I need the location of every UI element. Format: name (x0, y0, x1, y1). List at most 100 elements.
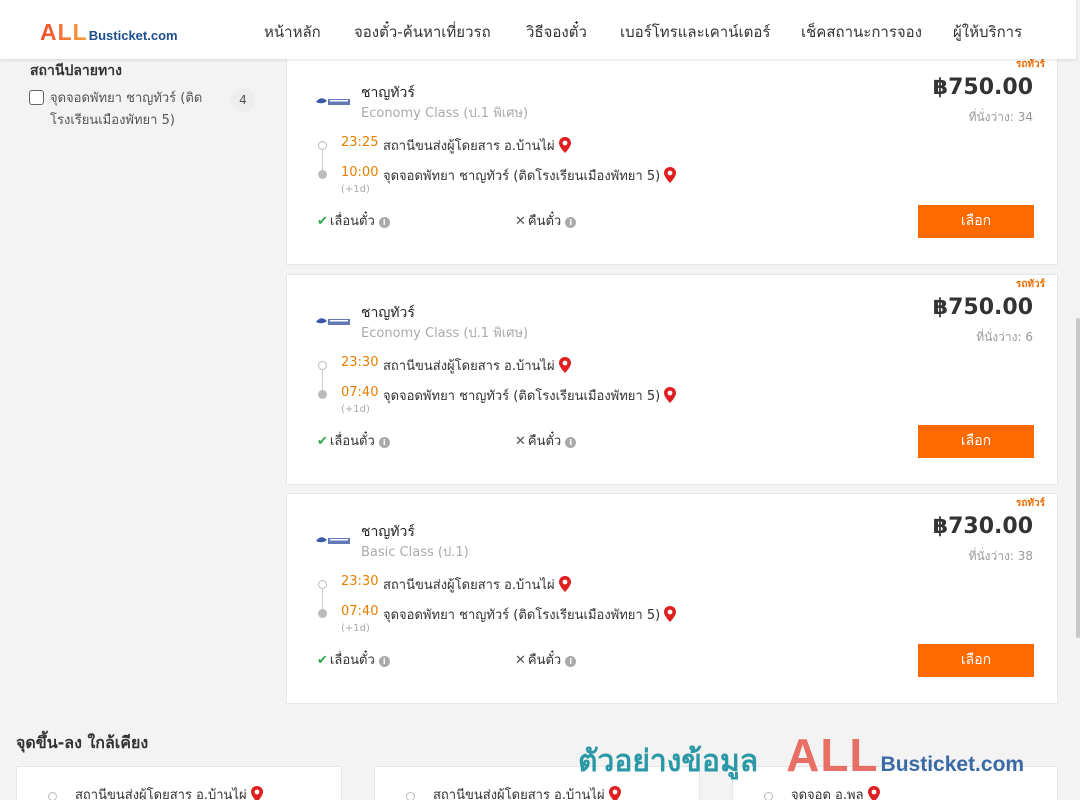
select-trip-button[interactable]: เลือก (918, 205, 1034, 238)
departure-time: 23:25 (341, 135, 379, 150)
arrival-place-text: จุดจอดพัทยา ชาญทัวร์ (ติดโรงเรียนเมืองพั… (383, 389, 661, 404)
departure-dot-icon (318, 580, 327, 589)
stop-dot-icon (48, 792, 57, 800)
bus-type-tag: รถทัวร์ (1015, 59, 1045, 70)
trip-price: ฿750.00 (932, 75, 1033, 100)
map-pin-icon[interactable] (558, 357, 571, 373)
nav-providers[interactable]: ผู้ให้บริการ (953, 20, 1022, 44)
info-icon[interactable]: i (378, 437, 390, 448)
destination-filter-checkbox[interactable] (29, 90, 44, 105)
map-pin-icon[interactable] (608, 786, 621, 800)
departure-place-text: สถานีขนส่งผู้โดยสาร อ.บ้านไผ่ (383, 359, 555, 374)
feature-refund: ✕ คืนตั๋ว i (515, 649, 577, 670)
stop-dot-icon (406, 792, 415, 800)
nearby-stop: สถานีขนส่งผู้โดยสาร อ.บ้านไผ่ (433, 784, 621, 800)
nav-book-search[interactable]: จองตั๋ว-ค้นหาเที่ยวรถ (354, 20, 491, 44)
nearby-stop-name: สถานีขนส่งผู้โดยสาร อ.บ้านไผ่ (75, 788, 247, 800)
feature-refund-label: คืนตั๋ว (527, 653, 562, 668)
bus-type-tag: รถทัวร์ (1015, 498, 1045, 509)
nav-phone-counter[interactable]: เบอร์โทรและเคาน์เตอร์ (620, 20, 770, 44)
trip-price: ฿750.00 (932, 295, 1033, 320)
operator-name: ชาญทัวร์ (361, 524, 415, 540)
bus-class: Economy Class (ป.1 พิเศษ) (361, 106, 529, 121)
arrival-place: จุดจอดพัทยา ชาญทัวร์ (ติดโรงเรียนเมืองพั… (383, 604, 677, 625)
nearby-stop: จุดจอด อ.พล (791, 784, 880, 800)
nearby-stops-title: จุดขึ้น-ลง ใกล้เคียง (16, 733, 149, 752)
map-pin-icon[interactable] (664, 167, 677, 183)
operator-logo-icon (316, 537, 350, 544)
seats-available: ที่นั่งว่าง: 6 (976, 330, 1033, 344)
feature-refund: ✕ คืนตั๋ว i (515, 210, 577, 231)
trip-card: รถทัวร์ ชาญทัวร์ Economy Class (ป.1 พิเศ… (286, 274, 1058, 485)
operator-logo-icon (316, 98, 350, 105)
destination-filter-count: 4 (231, 88, 255, 112)
departure-place: สถานีขนส่งผู้โดยสาร อ.บ้านไผ่ (383, 135, 571, 156)
bus-class: Economy Class (ป.1 พิเศษ) (361, 326, 529, 341)
main-nav: หน้าหลัก จองตั๋ว-ค้นหาเที่ยวรถ วิธีจองตั… (0, 20, 1076, 42)
map-pin-icon[interactable] (558, 137, 571, 153)
feature-reschedule: ✔ เลื่อนตั๋ว i (317, 649, 390, 670)
stop-dot-icon (764, 792, 773, 800)
operator-logo-icon (316, 318, 350, 325)
arrival-place: จุดจอดพัทยา ชาญทัวร์ (ติดโรงเรียนเมืองพั… (383, 385, 677, 406)
departure-place-text: สถานีขนส่งผู้โดยสาร อ.บ้านไผ่ (383, 578, 555, 593)
bus-class: Basic Class (ป.1) (361, 545, 469, 560)
departure-dot-icon (318, 361, 327, 370)
feature-reschedule: ✔ เลื่อนตั๋ว i (317, 430, 390, 451)
departure-dot-icon (318, 141, 327, 150)
check-icon: ✔ (317, 434, 328, 449)
operator-name: ชาญทัวร์ (361, 305, 415, 321)
nav-how-to-book[interactable]: วิธีจองตั๋ว (526, 20, 587, 44)
page-scrollbar[interactable] (1076, 0, 1080, 800)
feature-refund-label: คืนตั๋ว (527, 214, 562, 229)
cross-icon: ✕ (515, 214, 526, 229)
trip-card: รถทัวร์ ชาญทัวร์ Economy Class (ป.1 พิเศ… (286, 54, 1058, 265)
map-pin-icon[interactable] (250, 786, 263, 800)
feature-reschedule-label: เลื่อนตั๋ว (329, 434, 375, 449)
arrival-dot-icon (318, 390, 327, 399)
feature-reschedule-label: เลื่อนตั๋ว (329, 653, 375, 668)
cross-icon: ✕ (515, 653, 526, 668)
nearby-stop-name: สถานีขนส่งผู้โดยสาร อ.บ้านไผ่ (433, 788, 605, 800)
operator-name: ชาญทัวร์ (361, 85, 415, 101)
map-pin-icon[interactable] (867, 786, 880, 800)
departure-time: 23:30 (341, 355, 379, 370)
info-icon[interactable]: i (565, 217, 577, 228)
info-icon[interactable]: i (378, 656, 390, 667)
info-icon[interactable]: i (378, 217, 390, 228)
feature-reschedule: ✔ เลื่อนตั๋ว i (317, 210, 390, 231)
destination-filter-label[interactable]: จุดจอดพัทยา ชาญทัวร์ (ติดโรงเรียนเมืองพั… (50, 88, 225, 132)
arrival-place-text: จุดจอดพัทยา ชาญทัวร์ (ติดโรงเรียนเมืองพั… (383, 169, 661, 184)
seats-available: ที่นั่งว่าง: 38 (968, 549, 1033, 563)
next-day-indicator: (+1d) (341, 184, 370, 195)
feature-reschedule-label: เลื่อนตั๋ว (329, 214, 375, 229)
nearby-stop-card[interactable]: สถานีขนส่งผู้โดยสาร อ.บ้านไผ่ (16, 766, 342, 800)
scrollbar-thumb[interactable] (1076, 318, 1080, 638)
map-pin-icon[interactable] (664, 387, 677, 403)
info-icon[interactable]: i (565, 656, 577, 667)
seats-available: ที่นั่งว่าง: 34 (968, 110, 1033, 124)
nearby-stop: สถานีขนส่งผู้โดยสาร อ.บ้านไผ่ (75, 784, 263, 800)
select-trip-button[interactable]: เลือก (918, 425, 1034, 458)
trip-card: รถทัวร์ ชาญทัวร์ Basic Class (ป.1) ฿730.… (286, 493, 1058, 704)
arrival-time: 10:00 (341, 165, 379, 180)
map-pin-icon[interactable] (664, 606, 677, 622)
departure-place: สถานีขนส่งผู้โดยสาร อ.บ้านไผ่ (383, 355, 571, 376)
departure-place: สถานีขนส่งผู้โดยสาร อ.บ้านไผ่ (383, 574, 571, 595)
arrival-place: จุดจอดพัทยา ชาญทัวร์ (ติดโรงเรียนเมืองพั… (383, 165, 677, 186)
nav-home[interactable]: หน้าหลัก (264, 20, 321, 44)
arrival-place-text: จุดจอดพัทยา ชาญทัวร์ (ติดโรงเรียนเมืองพั… (383, 608, 661, 623)
map-pin-icon[interactable] (558, 576, 571, 592)
nearby-stop-card[interactable]: สถานีขนส่งผู้โดยสาร อ.บ้านไผ่ (374, 766, 700, 800)
select-trip-button[interactable]: เลือก (918, 644, 1034, 677)
nearby-stop-card[interactable]: จุดจอด อ.พล (732, 766, 1058, 800)
arrival-dot-icon (318, 609, 327, 618)
next-day-indicator: (+1d) (341, 404, 370, 415)
departure-time: 23:30 (341, 574, 379, 589)
bus-type-tag: รถทัวร์ (1015, 279, 1045, 290)
site-header: ALL Busticket.com หน้าหลัก จองตั๋ว-ค้นหา… (0, 0, 1076, 59)
arrival-dot-icon (318, 170, 327, 179)
nav-check-booking[interactable]: เช็คสถานะการจอง (801, 20, 922, 44)
info-icon[interactable]: i (565, 437, 577, 448)
departure-place-text: สถานีขนส่งผู้โดยสาร อ.บ้านไผ่ (383, 139, 555, 154)
